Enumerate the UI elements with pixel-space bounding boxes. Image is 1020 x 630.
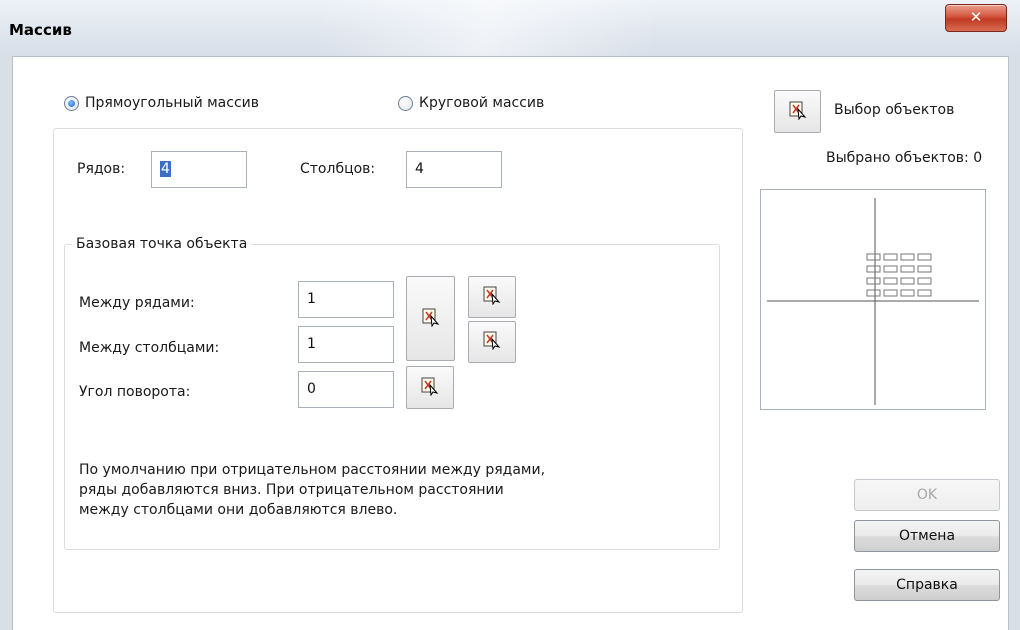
radio-dot-selected (64, 95, 79, 111)
radio-dot-unselected (398, 95, 413, 111)
selected-count-text: Выбрано объектов: 0 (826, 150, 983, 166)
col-offset-label: Между столбцами: (79, 340, 220, 356)
cols-label: Столбцов: (300, 161, 376, 177)
window-frame-right (1008, 56, 1020, 630)
select-objects-button[interactable] (774, 90, 821, 133)
row-offset-label: Между рядами: (79, 295, 195, 311)
select-objects-label: Выбор объектов (834, 102, 955, 118)
close-icon: ✕ (969, 8, 983, 26)
array-preview-drawing (767, 198, 979, 405)
radio-rectangular-label: Прямоугольный массив (85, 95, 260, 111)
pick-row-offset-button[interactable] (468, 276, 516, 318)
row-offset-input[interactable]: 1 (298, 281, 394, 318)
base-point-group-label: Базовая точка объекта (72, 236, 252, 252)
pick-point-icon (421, 307, 441, 331)
angle-label: Угол поворота: (79, 384, 191, 400)
rows-input[interactable]: 4 (151, 151, 247, 188)
close-button[interactable]: ✕ (945, 4, 1007, 32)
pick-point-icon (482, 285, 502, 309)
radio-polar-label: Круговой массив (419, 95, 545, 111)
array-preview (760, 189, 986, 410)
pick-angle-button[interactable] (406, 366, 454, 409)
pick-both-offsets-button[interactable] (406, 276, 455, 361)
pick-point-icon (482, 330, 502, 354)
rows-value: 4 (160, 161, 171, 177)
radio-rectangular-array[interactable]: Прямоугольный массив (64, 95, 259, 111)
title-bar-glare (320, 0, 740, 56)
help-button[interactable]: Справка (854, 569, 1000, 601)
pick-col-offset-button[interactable] (468, 321, 516, 363)
angle-input[interactable]: 0 (298, 371, 394, 408)
window-title: Массив (9, 21, 72, 39)
pick-point-icon (788, 100, 808, 124)
ok-button[interactable]: OK (854, 479, 1000, 511)
rows-label: Рядов: (77, 161, 126, 177)
col-offset-input[interactable]: 1 (298, 326, 394, 363)
pick-point-icon (420, 376, 440, 400)
negative-offset-note: По умолчанию при отрицательном расстояни… (79, 462, 546, 518)
title-bar: Массив ✕ (0, 0, 1020, 57)
cols-input[interactable]: 4 (406, 151, 502, 188)
cancel-button[interactable]: Отмена (854, 520, 1000, 552)
radio-polar-array[interactable]: Круговой массив (398, 95, 544, 111)
window-frame-left (0, 56, 13, 630)
